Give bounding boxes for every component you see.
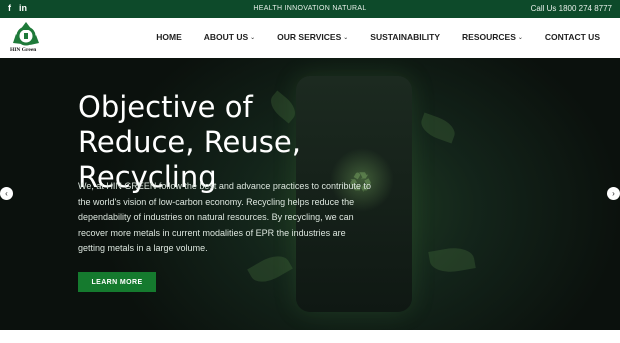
chevron-left-icon: ‹	[5, 189, 8, 198]
nav-sustainability[interactable]: SUSTAINABILITY	[370, 32, 440, 42]
prev-slide-button[interactable]: ‹	[0, 187, 13, 200]
next-slide-button[interactable]: ›	[607, 187, 620, 200]
top-bar: f in HEALTH INNOVATION NATURAL Call Us 1…	[0, 0, 620, 18]
page-bottom-strip	[0, 330, 620, 343]
nav-our-services[interactable]: OUR SERVICES ⌄	[277, 32, 348, 42]
main-navigation: HIN Green HOME ABOUT US ⌄ OUR SERVICES ⌄ S…	[0, 18, 620, 58]
nav-resources[interactable]: RESOURCES ⌄	[462, 32, 523, 42]
chevron-down-icon: ⌄	[343, 34, 349, 41]
recycle-logo-icon	[13, 22, 39, 46]
nav-home-label: HOME	[156, 32, 182, 42]
leaf-decoration	[428, 244, 476, 276]
chevron-down-icon: ⌄	[250, 34, 256, 41]
nav-sustainability-label: SUSTAINABILITY	[370, 32, 441, 42]
hero-description: We, at HIN GREEN follow the best and adv…	[78, 181, 371, 254]
nav-home[interactable]: HOME	[156, 32, 182, 42]
nav-about-us-label: ABOUT US	[203, 32, 249, 42]
nav-contact-us-label: CONTACT US	[544, 32, 600, 42]
nav-menu: HOME ABOUT US ⌄ OUR SERVICES ⌄ SUSTAINABIL…	[134, 32, 600, 42]
chevron-right-icon: ›	[612, 189, 615, 198]
chevron-down-icon: ⌄	[517, 34, 523, 41]
nav-resources-label: RESOURCES	[462, 32, 516, 42]
nav-about-us[interactable]: ABOUT US ⌄	[204, 32, 255, 42]
learn-more-button[interactable]: LEARN MORE	[78, 272, 156, 292]
hero-slider: ♻ Objective of Reduce, Reuse, Recycling …	[0, 58, 620, 330]
nav-our-services-label: OUR SERVICES	[277, 32, 342, 42]
nav-contact-us[interactable]: CONTACT US	[545, 32, 600, 42]
tagline: HEALTH INNOVATION NATURAL	[253, 5, 367, 12]
logo[interactable]: HIN Green	[10, 21, 42, 55]
logo-text: HIN Green	[10, 47, 37, 53]
leaf-decoration	[417, 112, 459, 144]
phone-link[interactable]: Call Us 1800 274 8777	[531, 4, 612, 13]
